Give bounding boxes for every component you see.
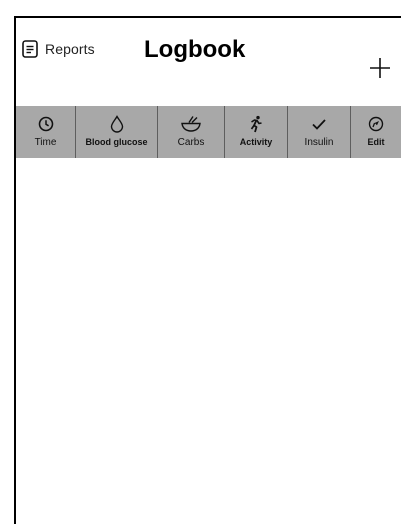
toolbar-item-label: Blood glucose <box>85 137 148 147</box>
logbook-toolbar: Time Blood glucose Carbs Activity Insuli… <box>16 106 401 158</box>
top-border <box>14 16 401 18</box>
logbook-entries-area <box>16 158 401 524</box>
toolbar-item-label: Activity <box>239 137 273 147</box>
toolbar-item-time[interactable]: Time <box>16 106 76 158</box>
toolbar-item-carbs[interactable]: Carbs <box>158 106 225 158</box>
toolbar-item-blood-glucose[interactable]: Blood glucose <box>76 106 158 158</box>
page-title: Logbook <box>144 36 246 63</box>
add-entry-button[interactable] <box>367 55 393 81</box>
toolbar-item-activity[interactable]: Activity <box>225 106 288 158</box>
checkmark-icon <box>311 115 327 133</box>
reports-button[interactable]: Reports <box>22 38 95 60</box>
reports-label: Reports <box>45 41 95 57</box>
droplet-icon <box>110 115 124 133</box>
clock-icon <box>38 115 54 133</box>
toolbar-item-insulin[interactable]: Insulin <box>288 106 351 158</box>
toolbar-item-label: Carbs <box>177 137 205 148</box>
bowl-icon <box>180 115 202 133</box>
toolbar-item-label: Edit <box>367 137 385 147</box>
toolbar-item-edit[interactable]: Edit <box>351 106 401 158</box>
app-frame: Reports Logbook Time Blood glucose Carbs… <box>0 0 401 524</box>
plus-icon <box>367 55 393 81</box>
toolbar-item-label: Insulin <box>304 137 334 148</box>
running-person-icon <box>248 115 264 133</box>
compass-edit-icon <box>368 115 384 133</box>
report-document-icon <box>22 40 38 58</box>
toolbar-item-label: Time <box>34 137 57 148</box>
